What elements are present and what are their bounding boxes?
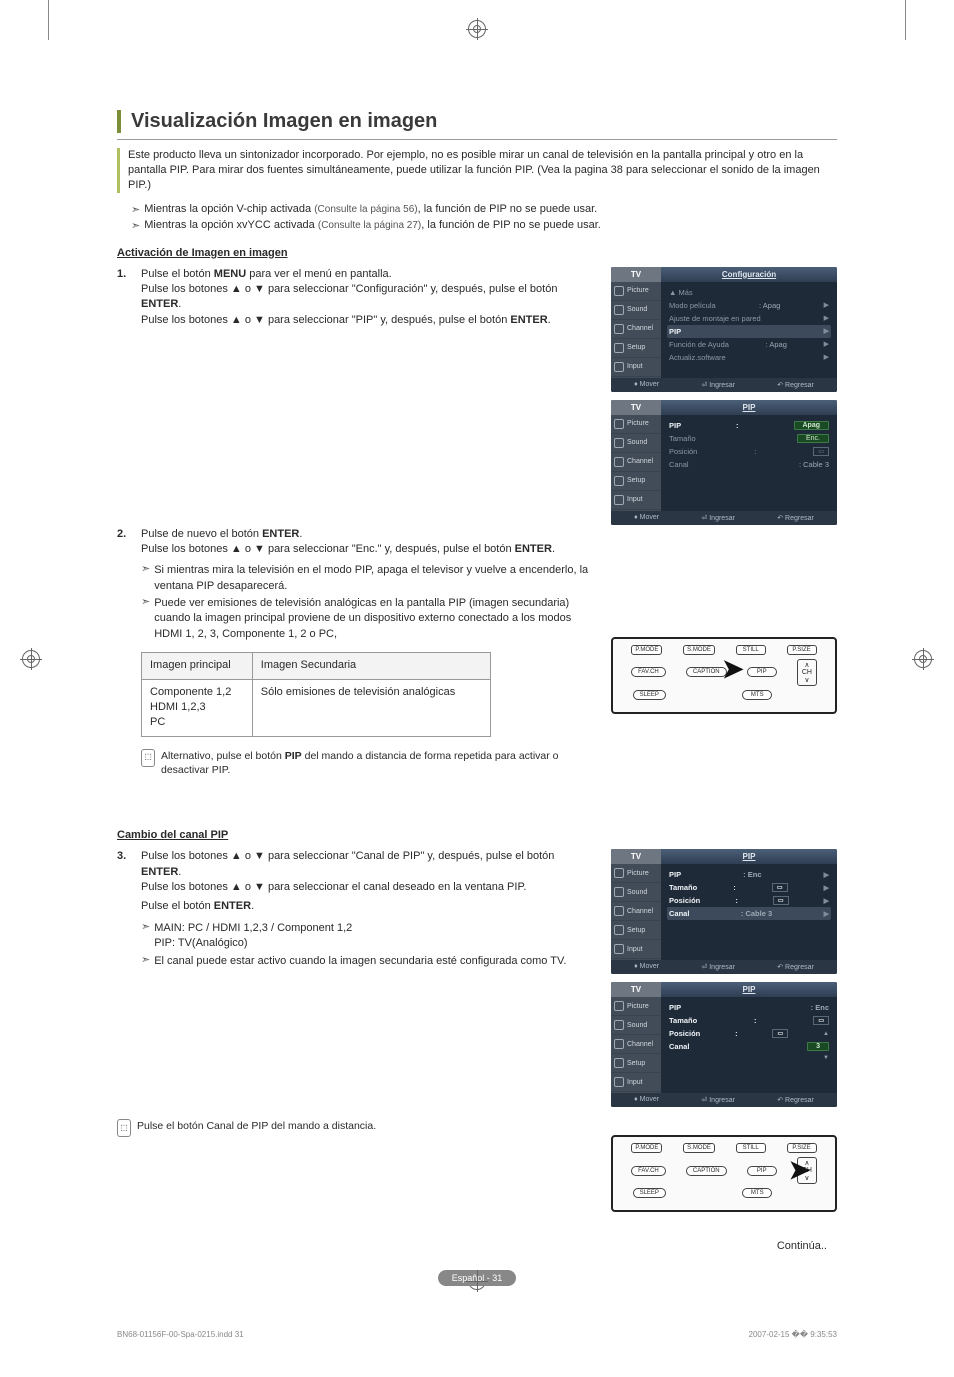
picture-icon bbox=[614, 419, 624, 429]
step-body: Pulse los botones ▲ o ▼ para seleccionar… bbox=[141, 849, 597, 971]
crop-mark bbox=[48, 0, 49, 40]
channel-icon bbox=[614, 1039, 624, 1049]
sound-icon bbox=[614, 887, 624, 897]
osd-screenshot-pip-canal-edit: TV PIP Picture Sound Channel Setup Input… bbox=[611, 982, 837, 1107]
remote-button: S.MODE bbox=[683, 645, 715, 655]
remote-closeup: P.MODE S.MODE STILL P.SIZE FAV.CH CAPTIO… bbox=[611, 1135, 837, 1212]
picture-icon bbox=[614, 286, 624, 296]
remote-button: FAV.CH bbox=[631, 1166, 666, 1176]
input-icon bbox=[614, 944, 624, 954]
remote-ch-rocker: ∧CH∨ bbox=[797, 1157, 817, 1184]
setup-icon bbox=[614, 1058, 624, 1068]
print-file-info: BN68-01156F-00-Spa-0215.indd 31 bbox=[117, 1330, 244, 1339]
osd-title: Configuración bbox=[661, 267, 837, 282]
input-icon bbox=[614, 495, 624, 505]
osd-tv-badge: TV bbox=[611, 267, 661, 282]
channel-icon bbox=[614, 906, 624, 916]
channel-icon bbox=[614, 457, 624, 467]
page-title-band: Visualización Imagen en imagen bbox=[117, 110, 837, 133]
remote-button: P.SIZE bbox=[787, 645, 817, 655]
setup-icon bbox=[614, 476, 624, 486]
remote-button-pip: PIP bbox=[747, 667, 777, 677]
registration-mark bbox=[468, 20, 486, 38]
remote-button: S.MODE bbox=[683, 1143, 715, 1153]
page-title: Visualización Imagen en imagen bbox=[131, 110, 837, 133]
osd-tv-badge: TV bbox=[611, 849, 661, 864]
remote-ch-rocker: ∧CH∨ bbox=[797, 659, 817, 686]
osd-title: PIP bbox=[661, 849, 837, 864]
remote-button-pip: PIP bbox=[747, 1166, 777, 1176]
registration-mark bbox=[22, 650, 40, 668]
title-rule bbox=[117, 139, 837, 140]
registration-mark bbox=[914, 650, 932, 668]
osd-tv-badge: TV bbox=[611, 400, 661, 415]
remote-button: FAV.CH bbox=[631, 667, 666, 677]
input-icon bbox=[614, 362, 624, 372]
osd-side-nav: Picture Sound Channel Setup Input bbox=[611, 864, 661, 960]
arrow-icon: ➣ bbox=[131, 219, 140, 233]
arrow-icon: ➣ bbox=[131, 203, 140, 217]
osd-title: PIP bbox=[661, 400, 837, 415]
osd-screenshot-configuracion: TV Configuración Picture Sound Channel S… bbox=[611, 267, 837, 392]
remote-button: MTS bbox=[742, 690, 772, 700]
osd-screenshot-pip-apag: TV PIP Picture Sound Channel Setup Input… bbox=[611, 400, 837, 525]
step-number: 1. bbox=[117, 267, 131, 329]
remote-button: CAPTION bbox=[686, 1166, 727, 1176]
osd-screenshot-pip-canal: TV PIP Picture Sound Channel Setup Input… bbox=[611, 849, 837, 974]
remote-button: SLEEP bbox=[633, 690, 666, 700]
setup-icon bbox=[614, 343, 624, 353]
arrow-icon: ➣ bbox=[141, 596, 150, 642]
remote-button: MTS bbox=[742, 1188, 772, 1198]
sound-icon bbox=[614, 305, 624, 315]
continues-label: Continúa.. bbox=[117, 1240, 837, 1252]
remote-button: P.MODE bbox=[631, 645, 662, 655]
note-text: Mientras la opción V-chip activada (Cons… bbox=[144, 203, 597, 217]
arrow-icon: ➣ bbox=[141, 563, 150, 594]
remote-button: P.SIZE bbox=[787, 1143, 817, 1153]
section-heading: Cambio del canal PIP bbox=[117, 829, 837, 841]
note-text: Mientras la opción xvYCC activada (Consu… bbox=[144, 219, 601, 233]
setup-icon bbox=[614, 925, 624, 935]
print-timestamp: 2007-02-15 �� 9:35:53 bbox=[749, 1330, 837, 1339]
remote-icon: ⬚ bbox=[141, 749, 155, 767]
remote-button: STILL bbox=[736, 1143, 766, 1153]
remote-note-text: Pulse el botón Canal de PIP del mando a … bbox=[137, 1119, 376, 1137]
step-body: Pulse de nuevo el botón ENTER. Pulse los… bbox=[141, 527, 597, 778]
osd-side-nav: Picture Sound Channel Setup Input bbox=[611, 997, 661, 1093]
picture-icon bbox=[614, 1001, 624, 1011]
step-number: 3. bbox=[117, 849, 131, 971]
input-icon bbox=[614, 1077, 624, 1087]
top-notes: ➣ Mientras la opción V-chip activada (Co… bbox=[131, 203, 837, 233]
step-body: Pulse el botón MENU para ver el menú en … bbox=[141, 267, 597, 329]
osd-tv-badge: TV bbox=[611, 982, 661, 997]
remote-closeup: P.MODE S.MODE STILL P.SIZE FAV.CH CAPTIO… bbox=[611, 637, 837, 714]
remote-button: CAPTION bbox=[686, 667, 727, 677]
pip-compatibility-table: Imagen principalImagen Secundaria Compon… bbox=[141, 652, 491, 737]
crop-mark bbox=[905, 0, 906, 40]
print-footer: BN68-01156F-00-Spa-0215.indd 31 2007-02-… bbox=[117, 1330, 837, 1339]
step-number: 2. bbox=[117, 527, 131, 778]
sound-icon bbox=[614, 1020, 624, 1030]
remote-icon: ⬚ bbox=[117, 1119, 131, 1137]
osd-side-nav: Picture Sound Channel Setup Input bbox=[611, 282, 661, 378]
arrow-icon: ➣ bbox=[141, 954, 150, 969]
channel-icon bbox=[614, 324, 624, 334]
remote-button: SLEEP bbox=[633, 1188, 666, 1198]
intro-text: Este producto lleva un sintonizador inco… bbox=[117, 148, 837, 193]
sound-icon bbox=[614, 438, 624, 448]
osd-title: PIP bbox=[661, 982, 837, 997]
section-heading: Activación de Imagen en imagen bbox=[117, 247, 837, 259]
picture-icon bbox=[614, 868, 624, 878]
remote-button: P.MODE bbox=[631, 1143, 662, 1153]
remote-button: STILL bbox=[736, 645, 766, 655]
arrow-icon: ➣ bbox=[141, 921, 150, 952]
osd-side-nav: Picture Sound Channel Setup Input bbox=[611, 415, 661, 511]
